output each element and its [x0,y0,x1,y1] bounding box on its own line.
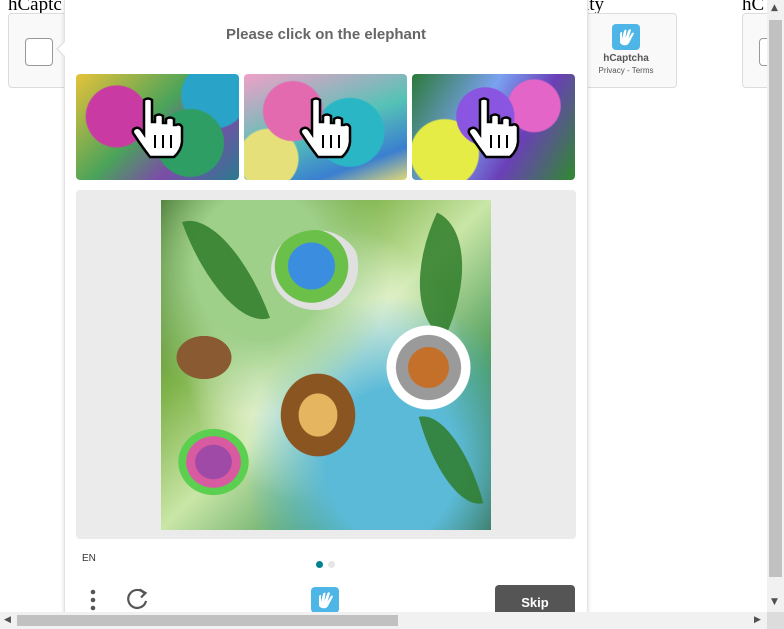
example-image-2 [244,74,407,180]
example-image-3 [412,74,575,180]
horizontal-scrollbar[interactable]: ◀ ▶ [0,612,767,629]
horizontal-scrollbar-thumb[interactable] [17,615,398,626]
hand-pointer-icon [467,97,520,159]
hcaptcha-branding: hCaptcha Privacy - Terms [581,22,671,75]
link-separator: - [624,66,632,75]
leaf-decoration [390,212,491,338]
pagination-dot-active [316,561,323,568]
pagination-dots [316,555,340,573]
brand-name: hCaptcha [603,53,649,64]
vertical-scrollbar[interactable]: ▲ ▼ [767,0,784,612]
refresh-icon [127,588,148,610]
scroll-down-arrow-icon[interactable]: ▼ [771,597,778,607]
elephant-figure [171,422,256,502]
challenge-prompt: Please click on the elephant [225,26,427,43]
challenge-panel: Please click on the elephant EN Skip [56,0,588,621]
hand-pointer-icon [299,97,352,159]
vertical-scrollbar-thumb[interactable] [769,20,782,577]
language-selector[interactable]: EN [82,553,96,564]
hcaptcha-logo-icon [311,587,339,613]
scroll-left-arrow-icon[interactable]: ◀ [4,615,11,625]
vertical-dots-icon [90,589,96,611]
challenge-image[interactable] [161,200,491,530]
brand-links: Privacy - Terms [581,66,671,75]
scrollbar-corner [767,612,784,629]
terms-link[interactable]: Terms [632,66,654,75]
privacy-link[interactable]: Privacy [599,66,625,75]
pagination-dot [328,561,335,568]
bear-figure [169,330,239,385]
hcaptcha-logo[interactable] [309,585,341,615]
task-area [76,190,576,539]
menu-button[interactable] [88,588,98,614]
leaf-decoration [181,205,271,335]
squirrel-figure [381,320,476,415]
leaf-decoration [418,406,484,514]
refresh-button[interactable] [125,587,149,611]
captcha-checkbox[interactable] [25,38,53,66]
parrot-figure [271,230,361,310]
scroll-right-arrow-icon[interactable]: ▶ [754,615,761,625]
hcaptcha-logo-icon [612,24,640,50]
hand-pointer-icon [131,97,184,159]
lion-figure [273,365,363,465]
scroll-up-arrow-icon[interactable]: ▲ [771,3,778,13]
example-image-1 [76,74,239,180]
